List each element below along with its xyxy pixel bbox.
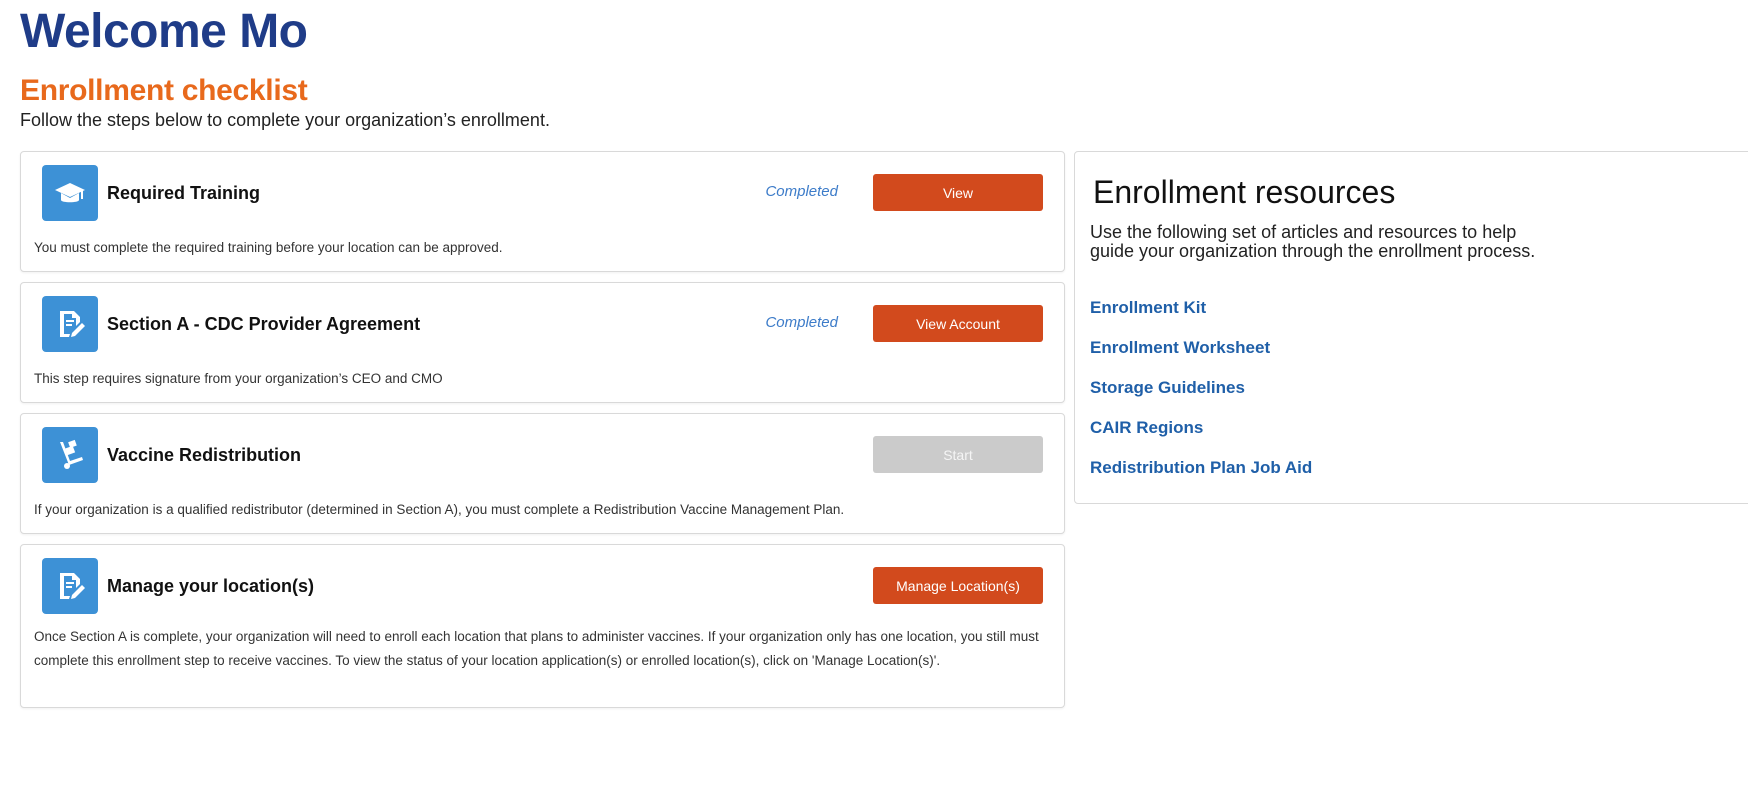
hand-truck-icon [42,427,98,483]
step-card-section-a: Section A - CDC Provider Agreement Compl… [20,282,1065,403]
list-item: Storage Guidelines [1090,378,1312,418]
cair-regions-link[interactable]: CAIR Regions [1090,418,1203,437]
resources-title: Enrollment resources [1093,174,1396,210]
resources-link-list: Enrollment Kit Enrollment Worksheet Stor… [1090,298,1312,498]
list-item: Enrollment Worksheet [1090,338,1312,378]
step-status: Completed [765,314,838,331]
step-title: Required Training [107,183,261,203]
enrollment-resources-panel: Enrollment resources Use the following s… [1074,151,1748,504]
document-edit-icon [42,558,98,614]
document-edit-icon [42,296,98,352]
step-card-required-training: Required Training Completed View You mus… [20,151,1065,272]
step-title: Vaccine Redistribution [107,445,302,465]
step-title: Section A - CDC Provider Agreement [107,314,421,334]
view-button[interactable]: View [873,174,1043,211]
step-card-manage-locations: Manage your location(s) Manage Location(… [20,544,1065,708]
checklist-heading: Enrollment checklist [20,74,308,107]
step-description: Once Section A is complete, your organiz… [34,629,1039,668]
list-item: Redistribution Plan Job Aid [1090,458,1312,498]
graduation-cap-icon [42,165,98,221]
list-item: CAIR Regions [1090,418,1312,458]
manage-locations-button[interactable]: Manage Location(s) [873,567,1043,604]
enrollment-page: Welcome Mo Enrollment checklist Follow t… [0,0,1748,804]
storage-guidelines-link[interactable]: Storage Guidelines [1090,378,1245,397]
list-item: Enrollment Kit [1090,298,1312,338]
step-description: If your organization is a qualified redi… [34,502,845,517]
step-title: Manage your location(s) [107,576,315,596]
start-button[interactable]: Start [873,436,1043,473]
view-account-button[interactable]: View Account [873,305,1043,342]
enrollment-worksheet-link[interactable]: Enrollment Worksheet [1090,338,1270,357]
step-card-vaccine-redistribution: Vaccine Redistribution Start If your org… [20,413,1065,534]
welcome-title: Welcome Mo [20,5,308,58]
step-description: You must complete the required training … [34,240,503,255]
redistribution-plan-job-aid-link[interactable]: Redistribution Plan Job Aid [1090,458,1312,477]
step-status: Completed [765,183,838,200]
step-description: This step requires signature from your o… [34,371,443,386]
enrollment-kit-link[interactable]: Enrollment Kit [1090,298,1206,317]
resources-description: Use the following set of articles and re… [1090,222,1536,261]
checklist-subtitle: Follow the steps below to complete your … [20,110,550,130]
